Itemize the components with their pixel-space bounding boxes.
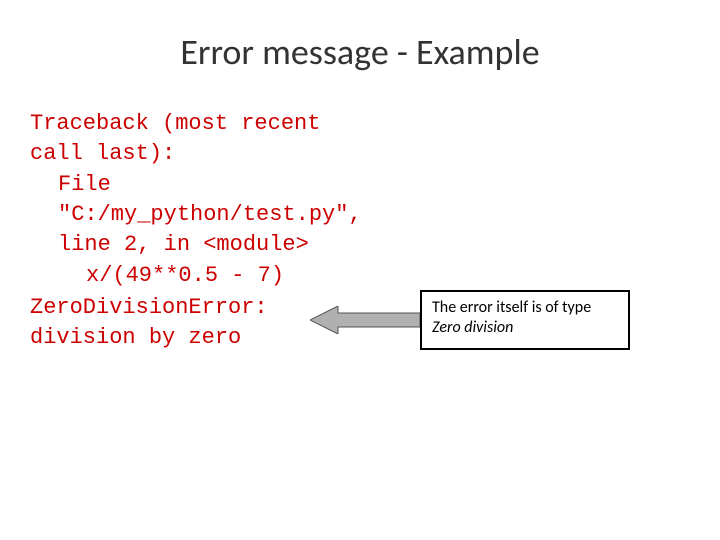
- annotation-text-line2: Zero division: [432, 318, 513, 337]
- traceback-code-line: x/(49**0.5 - 7): [30, 261, 380, 291]
- slide-title: Error message - Example: [0, 0, 720, 109]
- annotation-callout: The error itself is of type Zero divisio…: [420, 290, 630, 350]
- traceback-file-line: File "C:/my_python/test.py", line 2, in …: [30, 170, 380, 259]
- annotation-text-line1: The error itself is of type: [432, 298, 591, 317]
- arrow-left-icon: [310, 306, 420, 334]
- traceback-header: Traceback (most recent call last):: [30, 109, 380, 168]
